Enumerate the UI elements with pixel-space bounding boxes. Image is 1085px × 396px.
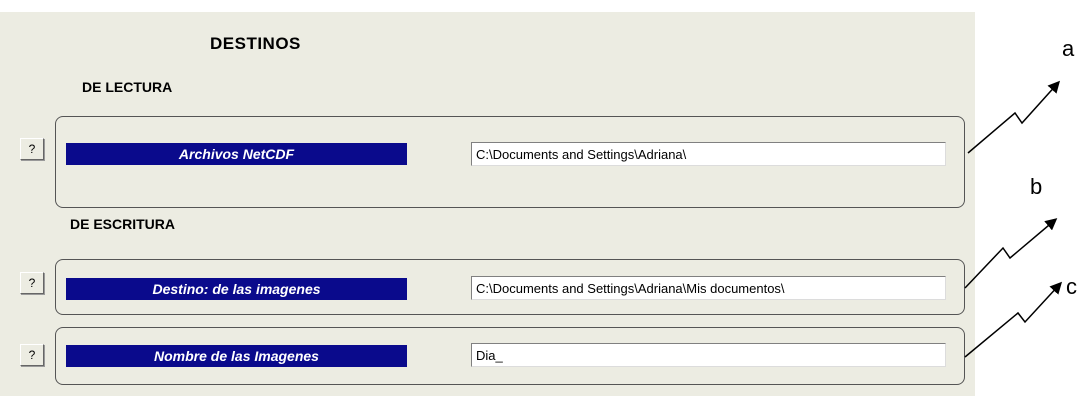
callout-arrow-b: [964, 218, 1058, 289]
callout-arrow-c: [964, 281, 1063, 358]
callout-label-a: a: [1062, 36, 1075, 61]
callout-arrows: [964, 80, 1063, 358]
callout-arrow-a: [967, 80, 1061, 154]
callout-label-b: b: [1030, 174, 1043, 199]
callout-label-c: c: [1066, 274, 1077, 299]
